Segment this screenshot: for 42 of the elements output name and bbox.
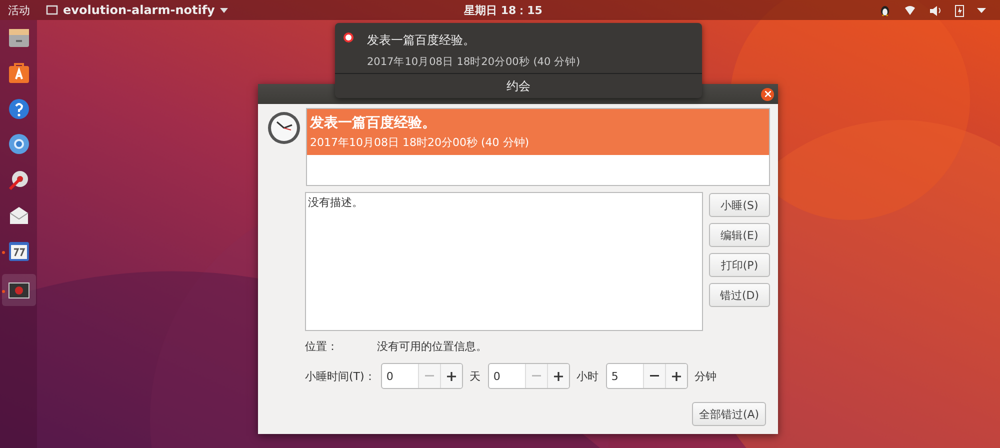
description-text: 没有描述。: [305, 192, 703, 331]
app-name: evolution-alarm-notify: [63, 3, 215, 17]
spin-field[interactable]: 5: [606, 363, 688, 389]
wifi-icon[interactable]: [904, 5, 916, 15]
help-icon: [8, 98, 30, 120]
unit-label: 分钟: [694, 368, 716, 384]
close-icon: [764, 91, 770, 97]
location-label: 位置：: [305, 339, 339, 354]
plus-icon[interactable]: [547, 364, 570, 388]
minus-icon[interactable]: [643, 364, 666, 388]
spin-field[interactable]: 0: [381, 363, 464, 389]
notification-action[interactable]: 约会: [335, 73, 702, 98]
shopping-bag-icon: [8, 62, 30, 84]
penguin-icon[interactable]: [879, 4, 891, 16]
close-button[interactable]: [761, 88, 774, 100]
action-button[interactable]: 错过(D): [709, 283, 770, 307]
calendar-icon: [8, 240, 30, 262]
clock[interactable]: 星期日 18：15: [464, 2, 542, 18]
snooze-label: 小睡时间(T)：: [305, 368, 376, 384]
caret-icon: [220, 8, 228, 12]
envelope-icon: [8, 204, 30, 226]
battery-icon[interactable]: [955, 4, 964, 16]
action-button[interactable]: 打印(P): [709, 253, 770, 277]
caret-icon[interactable]: [977, 8, 986, 12]
dock-item[interactable]: [2, 274, 36, 306]
notification-time: 2017年10月08日 18时20分00秒 (40 分钟): [367, 55, 580, 69]
app-menu[interactable]: evolution-alarm-notify: [46, 3, 228, 17]
unit-label: 天: [469, 368, 480, 384]
volume-icon[interactable]: [929, 4, 942, 16]
clock-icon: [267, 111, 301, 145]
plus-icon[interactable]: [665, 364, 688, 388]
cabinet-icon: [8, 26, 30, 48]
location-value: 没有可用的位置信息。: [377, 339, 487, 354]
activities-button[interactable]: 活动: [8, 2, 30, 18]
action-button[interactable]: 编辑(E): [709, 223, 770, 247]
unit-label: 小时: [576, 368, 598, 384]
window-icon: [46, 5, 58, 15]
dismiss-all-button[interactable]: 全部错过(A): [692, 402, 766, 426]
notification-title: 发表一篇百度经验。: [367, 32, 476, 49]
plus-icon[interactable]: [440, 364, 462, 388]
spin-field[interactable]: 0: [488, 363, 570, 389]
action-button[interactable]: 小睡(S): [709, 193, 770, 217]
